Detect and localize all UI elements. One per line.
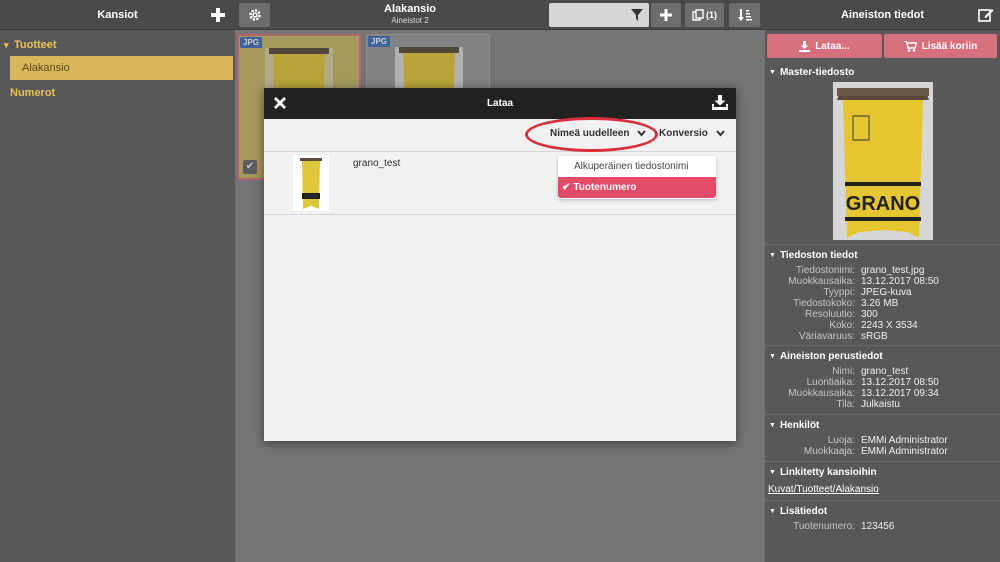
- asset-count: Aineistot 2: [391, 16, 429, 25]
- details-header: Aineiston tiedot: [765, 0, 1000, 30]
- add-asset-button[interactable]: [651, 3, 681, 27]
- section-toggle[interactable]: ▼ Master-tiedosto: [765, 64, 1000, 80]
- persons-section: ▼ Henkilöt Luoja: EMMi Administrator Muokk…: [765, 417, 1000, 458]
- close-icon[interactable]: [274, 97, 286, 109]
- download-icon: [799, 40, 811, 52]
- assets-toolbar: Alakansio Aineistot 2 (1): [235, 0, 765, 30]
- tree-label: Alakansio: [22, 62, 70, 74]
- download-label: Lataa...: [815, 40, 850, 52]
- info-row: Tiedostokoko: 3.26 MB: [793, 298, 899, 309]
- filter-input[interactable]: [549, 3, 649, 27]
- cart-icon: [903, 40, 917, 52]
- section-title: Master-tiedosto: [779, 66, 855, 78]
- check-icon: ✔: [562, 182, 571, 193]
- filter-icon[interactable]: [631, 9, 643, 21]
- sort-button[interactable]: [729, 3, 760, 27]
- product-logo-text: GRANO: [846, 193, 920, 215]
- download-icon[interactable]: [712, 95, 728, 110]
- caret-down-icon: ▼: [769, 507, 776, 515]
- info-row: Tiedostonimi: grano_test.jpg: [795, 265, 925, 276]
- section-toggle[interactable]: ▼ Aineiston perustiedot: [765, 348, 1000, 364]
- info-row: Tyyppi: JPEG-kuva: [823, 287, 912, 298]
- annotation-highlight-circle: [525, 117, 658, 152]
- file-name: grano_test: [353, 158, 401, 169]
- download-file-row: grano_test Alkuperäinen tiedostonimi ✔ Tu…: [264, 152, 736, 215]
- info-row: Muokkausaika: 13.12.2017 08:50: [788, 276, 939, 287]
- caret-down-icon: ▼: [769, 421, 776, 429]
- conversion-dropdown-button[interactable]: Konversio: [659, 128, 725, 139]
- add-to-cart-button[interactable]: Lisää koriin: [884, 34, 997, 58]
- tree-item-tuotteet[interactable]: ▾ Tuotteet: [0, 34, 235, 56]
- section-title: Lisätiedot: [779, 505, 828, 517]
- copy-icon: [692, 9, 704, 21]
- tree-label: Tuotteet: [14, 39, 57, 51]
- rename-option-product-number[interactable]: ✔ Tuotenumero: [558, 177, 716, 198]
- breadcrumb: Alakansio Aineistot 2: [365, 3, 455, 25]
- selected-count: (1): [706, 10, 717, 20]
- rename-option-original[interactable]: Alkuperäinen tiedostonimi: [558, 156, 716, 177]
- folders-header: Kansiot: [0, 0, 235, 30]
- add-folder-icon[interactable]: [209, 6, 227, 24]
- linked-folders-section: ▼ Linkitetty kansioihin Kuvat/Tuotteet/Al…: [765, 464, 1000, 496]
- tree-item-alakansio[interactable]: Alakansio: [10, 56, 233, 80]
- info-row: Väriavaruus: sRGB: [798, 331, 888, 342]
- settings-button[interactable]: [239, 3, 270, 27]
- section-title: Linkitetty kansioihin: [779, 466, 877, 478]
- info-row: Tila: Julkaistu: [836, 399, 900, 410]
- master-file-image[interactable]: GRANO: [833, 82, 933, 240]
- plus-icon: [660, 9, 672, 21]
- info-row: Muokkaaja: EMMi Administrator: [803, 446, 948, 457]
- basic-info-section: ▼ Aineiston perustiedot Nimi: grano_test L…: [765, 348, 1000, 411]
- chevron-down-icon: ▾: [4, 39, 9, 50]
- file-info-section: ▼ Tiedoston tiedot Tiedostonimi: grano_tes…: [765, 247, 1000, 343]
- linked-folder-link[interactable]: Kuvat/Tuotteet/Alakansio: [765, 484, 1000, 495]
- info-row: Koko: 2243 X 3534: [829, 320, 918, 331]
- info-row: Luoja: EMMi Administrator: [827, 435, 948, 446]
- chevron-down-icon: [716, 130, 725, 137]
- current-folder-title: Alakansio: [384, 3, 436, 15]
- section-title: Henkilöt: [779, 419, 820, 431]
- dialog-title: Lataa: [486, 98, 514, 109]
- tree-label: Numerot: [10, 87, 56, 99]
- extra-info-section: ▼ Lisätiedot Tuotenumero: 123456: [765, 503, 1000, 533]
- section-toggle[interactable]: ▼ Lisätiedot: [765, 503, 1000, 519]
- download-button[interactable]: Lataa...: [767, 34, 882, 58]
- caret-down-icon: ▼: [769, 468, 776, 476]
- asset-details-panel: Aineiston tiedot Lataa... Lisää koriin ▼…: [765, 0, 1000, 562]
- dialog-header: Lataa: [264, 88, 736, 119]
- section-toggle[interactable]: ▼ Tiedoston tiedot: [765, 247, 1000, 263]
- conversion-label: Konversio: [659, 128, 708, 139]
- edit-icon[interactable]: [978, 7, 994, 23]
- download-dialog: Lataa Nimeä uudelleen Konversio grano_te…: [264, 88, 736, 441]
- file-thumbnail: [293, 155, 329, 211]
- info-row: Muokkausaika: 13.12.2017 09:34: [788, 388, 939, 399]
- sort-icon: [737, 8, 752, 22]
- caret-down-icon: ▼: [769, 68, 776, 76]
- folders-panel: Kansiot ▾ Tuotteet Alakansio Numerot: [0, 0, 235, 562]
- caret-down-icon: ▼: [769, 352, 776, 360]
- info-row: Luontiaika: 13.12.2017 08:50: [806, 377, 939, 388]
- rename-options-menu: Alkuperäinen tiedostonimi ✔ Tuotenumero: [558, 156, 716, 199]
- add-to-cart-label: Lisää koriin: [921, 40, 978, 52]
- master-file-section: ▼ Master-tiedosto: [765, 64, 1000, 80]
- section-title: Tiedoston tiedot: [779, 249, 858, 261]
- gear-icon: [248, 8, 262, 22]
- section-title: Aineiston perustiedot: [779, 350, 883, 362]
- info-row: Tuotenumero: 123456: [793, 521, 895, 532]
- selection-button[interactable]: (1): [685, 3, 724, 27]
- details-title: Aineiston tiedot: [840, 8, 925, 21]
- caret-down-icon: ▼: [769, 251, 776, 259]
- tree-item-numerot[interactable]: Numerot: [0, 82, 235, 104]
- section-toggle[interactable]: ▼ Henkilöt: [765, 417, 1000, 433]
- dialog-options-bar: Nimeä uudelleen Konversio: [264, 119, 736, 152]
- info-row: Resoluutio: 300: [804, 309, 878, 320]
- folders-title: Kansiot: [97, 8, 138, 21]
- info-row: Nimi: grano_test: [832, 366, 909, 377]
- section-toggle[interactable]: ▼ Linkitetty kansioihin: [765, 464, 1000, 480]
